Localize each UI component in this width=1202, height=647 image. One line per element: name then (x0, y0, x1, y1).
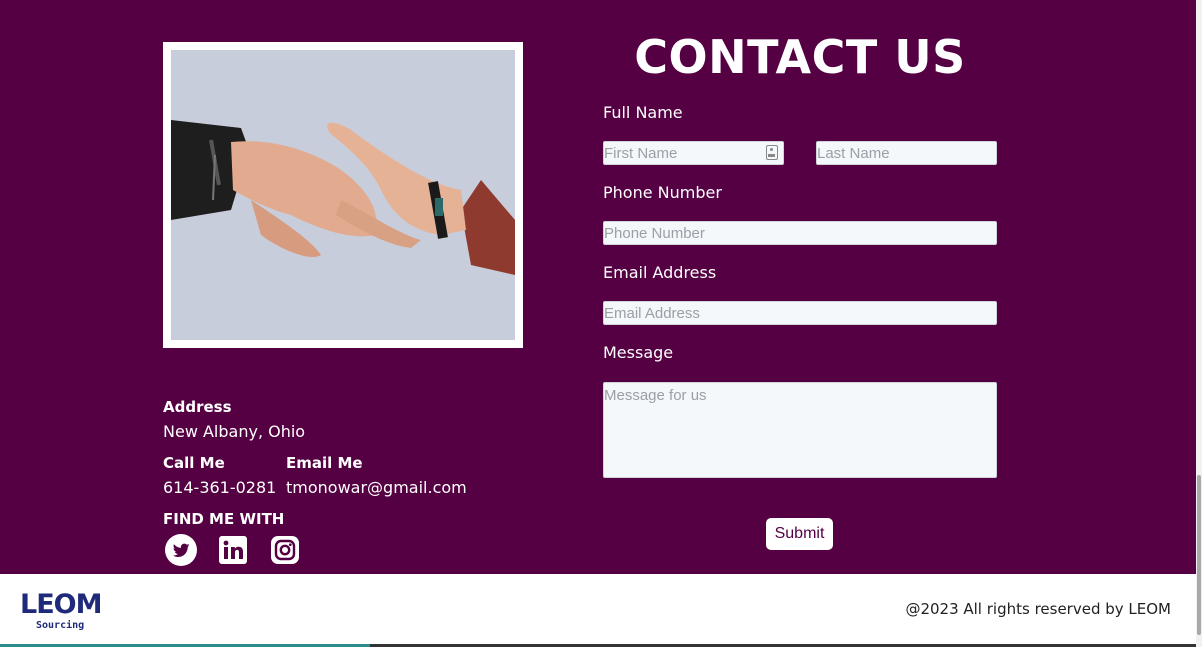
scrollbar-thumb[interactable] (1197, 475, 1201, 635)
phone-label: Phone Number (603, 183, 722, 202)
linkedin-icon[interactable] (217, 534, 249, 566)
instagram-icon[interactable] (269, 534, 301, 566)
full-name-label: Full Name (603, 103, 683, 122)
copyright-text: @2023 All rights reserved by LEOM (905, 600, 1171, 618)
address-label: Address (163, 398, 232, 416)
message-label: Message (603, 343, 674, 362)
handshake-photo (171, 50, 515, 340)
first-name-input[interactable] (603, 141, 784, 165)
twitter-icon[interactable] (165, 534, 197, 566)
email-address[interactable]: tmonowar@gmail.com (286, 478, 467, 497)
handshake-photo-frame (163, 42, 523, 348)
email-label-form: Email Address (603, 263, 717, 282)
last-name-input[interactable] (816, 141, 997, 165)
call-label: Call Me (163, 454, 225, 472)
logo-text: LEOM (20, 589, 102, 620)
submit-button[interactable]: Submit (766, 518, 833, 550)
email-label: Email Me (286, 454, 363, 472)
page-title: CONTACT US (634, 30, 966, 84)
contact-card-icon[interactable] (766, 145, 778, 160)
find-me-label: FIND ME WITH (163, 510, 285, 528)
logo-subtext: Sourcing (36, 620, 85, 631)
address-value: New Albany, Ohio (163, 422, 306, 441)
email-input[interactable] (603, 301, 997, 325)
scrollbar[interactable] (1196, 0, 1202, 647)
phone-number[interactable]: 614-361-0281 (163, 478, 276, 497)
phone-input[interactable] (603, 221, 997, 245)
message-textarea[interactable] (603, 382, 997, 478)
